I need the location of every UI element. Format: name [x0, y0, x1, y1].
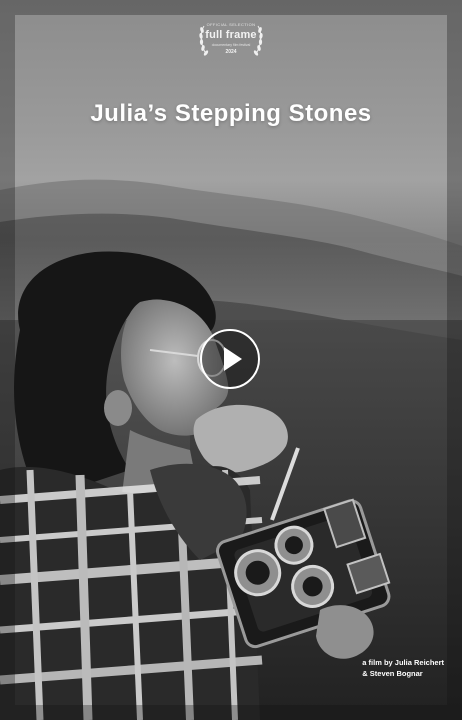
film-title: Julia’s Stepping Stones: [90, 100, 372, 127]
credit-director-line: a film by Julia Reichert: [362, 658, 444, 667]
festival-year: 2024: [225, 49, 237, 55]
play-button[interactable]: [200, 329, 260, 389]
festival-laurel: OFFICIAL SELECTION full frame documentar…: [196, 20, 266, 60]
festival-subtitle: documentary film festival: [211, 43, 251, 47]
laurel-selection-label: OFFICIAL SELECTION: [206, 22, 256, 27]
film-credits: a film by Julia Reichert & Steven Bognar: [362, 657, 444, 679]
play-icon: [224, 347, 242, 371]
festival-name: full frame: [205, 29, 257, 41]
film-poster[interactable]: OFFICIAL SELECTION full frame documentar…: [0, 0, 462, 720]
credit-codirector-line: & Steven Bognar: [362, 669, 423, 678]
